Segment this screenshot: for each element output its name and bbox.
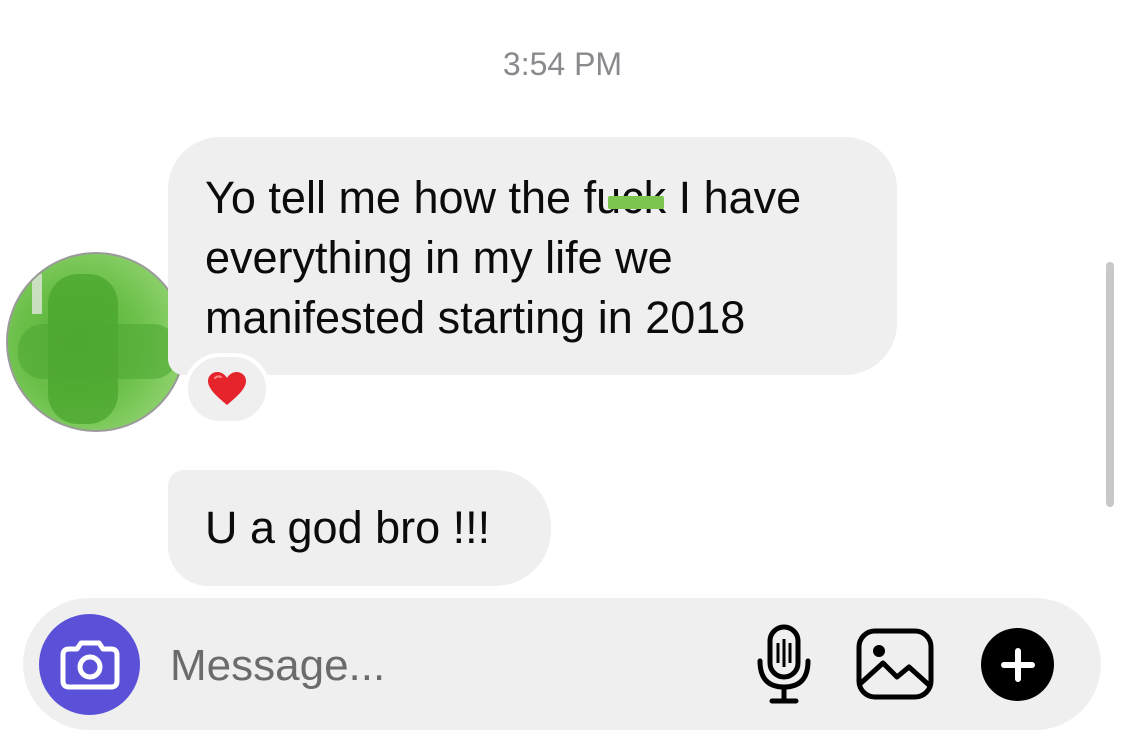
message-text: Yo tell me how the — [205, 172, 584, 223]
heart-icon — [208, 372, 246, 405]
camera-button[interactable] — [39, 614, 140, 715]
message-input[interactable] — [170, 636, 690, 696]
camera-icon — [60, 640, 119, 689]
censored-word: fuck — [584, 168, 667, 228]
message-bubble[interactable]: Yo tell me how the fuck I have everythin… — [168, 137, 897, 375]
voice-message-button[interactable] — [752, 622, 816, 708]
microphone-icon — [757, 624, 811, 704]
message-timestamp: 3:54 PM — [502, 46, 623, 82]
message-line: everything in my life we — [205, 232, 673, 283]
message-bubble[interactable]: U a god bro !!! — [168, 470, 551, 586]
more-options-button[interactable] — [981, 628, 1054, 701]
message-line: manifested starting in 2018 — [205, 292, 746, 343]
message-line: Yo tell me how the fuck I have — [205, 168, 863, 228]
chat-screen: 3:54 PM Yo tell me how the fuck I have e… — [0, 0, 1125, 743]
censor-bar — [607, 196, 665, 209]
contact-avatar[interactable] — [6, 252, 186, 432]
plus-icon — [1000, 647, 1035, 682]
avatar-blur — [18, 324, 178, 379]
gallery-button[interactable] — [852, 624, 938, 704]
message-text: I have — [666, 172, 802, 223]
scrollbar[interactable] — [1106, 262, 1114, 507]
avatar-blur — [32, 274, 42, 314]
image-icon — [856, 628, 934, 700]
heart-reaction[interactable] — [184, 353, 270, 425]
